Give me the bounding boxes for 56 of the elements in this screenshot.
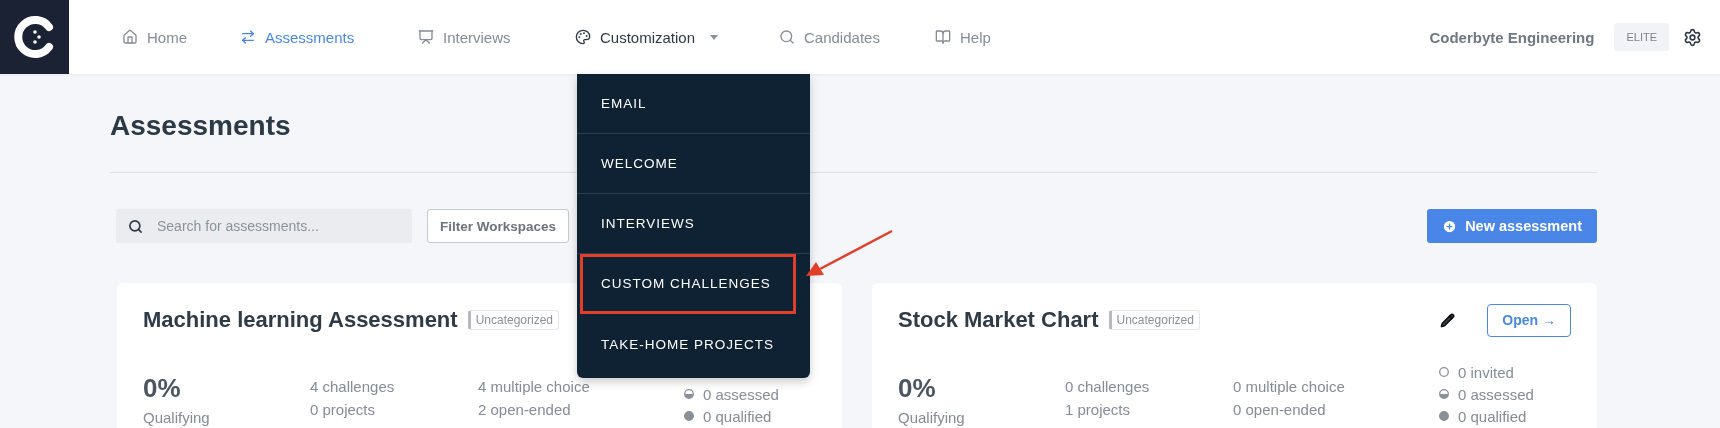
pipeline-text: 0 qualified	[703, 406, 772, 426]
stage-icon	[1439, 367, 1449, 377]
menu-item[interactable]: WELCOME	[577, 134, 810, 194]
open-button[interactable]: Open →	[1487, 303, 1571, 337]
stage-icon	[1439, 411, 1449, 421]
percent-value: 0%	[898, 373, 937, 404]
nav-link[interactable]: Home	[122, 22, 187, 52]
percent-value: 0%	[143, 373, 182, 404]
plan-badge: ELITE	[1614, 23, 1669, 51]
count-text: 1 projects	[1065, 400, 1132, 419]
search-icon	[128, 218, 143, 234]
book-icon	[935, 29, 951, 45]
question-type-text: 2 open-ended	[478, 400, 572, 419]
page-title: Assessments	[110, 109, 291, 143]
menu-item[interactable]: EMAIL	[577, 74, 810, 134]
settings-icon[interactable]	[1683, 27, 1702, 47]
caret-icon	[710, 34, 719, 40]
nav-link[interactable]: Interviews	[418, 22, 511, 52]
card-title: Machine learning Assessment	[143, 307, 458, 333]
category-tag: Uncategorized	[467, 310, 560, 330]
pipeline-text: 0 invited	[1458, 362, 1514, 382]
count-text: 0 challenges	[1065, 377, 1151, 396]
pipeline-text: 0 assessed	[1458, 384, 1534, 404]
search-icon	[779, 29, 795, 45]
palette-icon	[575, 29, 591, 45]
filter-button[interactable]: Filter Workspaces	[427, 209, 570, 243]
nav-link[interactable]: Customization	[575, 22, 719, 52]
nav-link[interactable]: Candidates	[779, 22, 880, 52]
pencil-icon[interactable]	[1440, 312, 1456, 328]
nav-link[interactable]: Help	[935, 22, 991, 52]
new-assessment-button[interactable]: New assessment	[1427, 209, 1597, 243]
nav-link[interactable]: Assessments	[240, 22, 355, 52]
organization-name: Coderbyte Engineering	[1429, 28, 1595, 46]
arrows-icon	[240, 29, 256, 45]
count-text: 0 projects	[310, 400, 377, 419]
question-type-text: 4 multiple choice	[478, 377, 591, 396]
home-icon	[122, 29, 138, 45]
search-field[interactable]: Search for assessments...	[116, 209, 412, 243]
stage-icon	[684, 389, 694, 399]
screen-icon	[418, 29, 434, 45]
pipeline-text: 0 assessed	[703, 384, 779, 404]
plus-icon	[1442, 218, 1458, 234]
menu-item[interactable]: INTERVIEWS	[577, 194, 810, 254]
percent-label: Qualifying	[143, 408, 211, 427]
category-tag: Uncategorized	[1108, 310, 1200, 330]
stage-icon	[684, 411, 694, 421]
count-text: 4 challenges	[310, 377, 396, 396]
stage-icon	[1439, 389, 1449, 399]
logo[interactable]	[0, 0, 69, 74]
pipeline-text: 0 qualified	[1458, 406, 1527, 426]
card-title: Stock Market Chart	[898, 307, 1099, 333]
percent-label: Qualifying	[898, 408, 966, 427]
question-type-text: 0 open-ended	[1233, 400, 1327, 419]
menu-item[interactable]: CUSTOM CHALLENGES	[580, 254, 796, 314]
menu-item[interactable]: TAKE-HOME PROJECTS	[577, 314, 810, 374]
question-type-text: 0 multiple choice	[1233, 377, 1346, 396]
